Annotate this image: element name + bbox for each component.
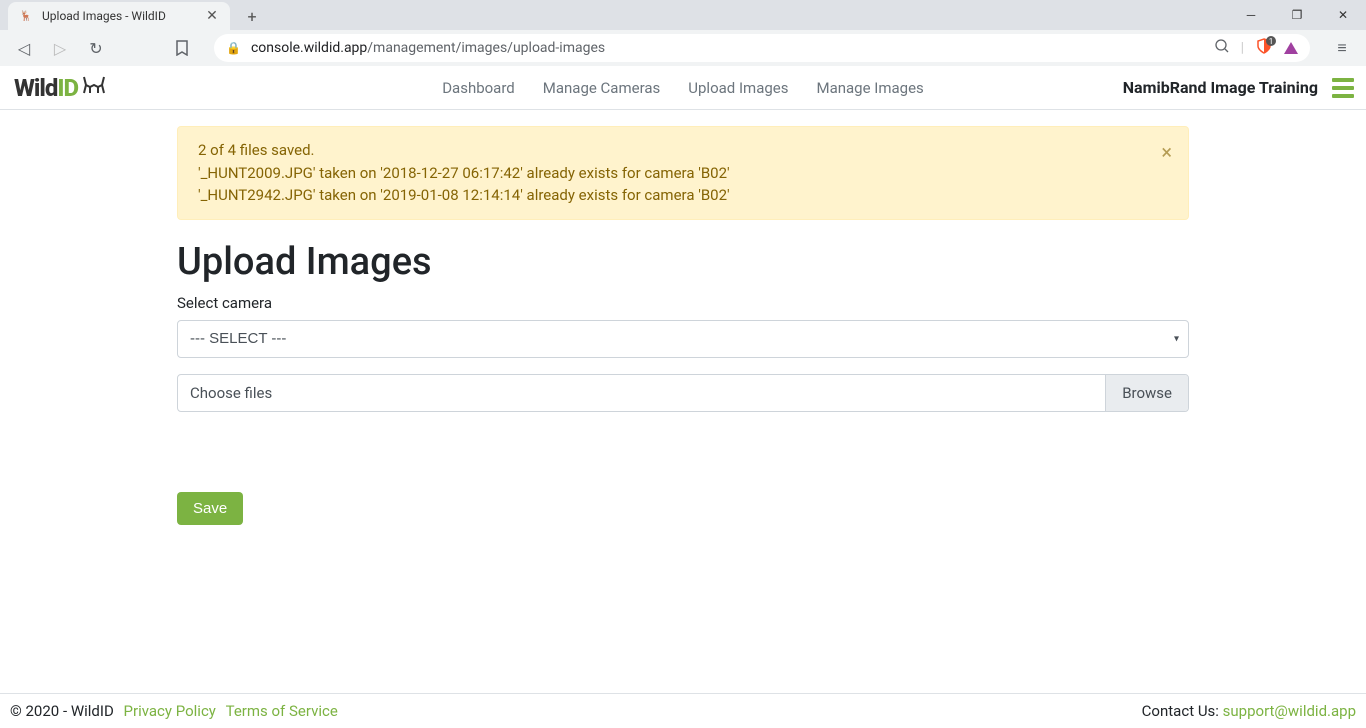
footer: © 2020 - WildID Privacy Policy Terms of … — [0, 693, 1366, 728]
privacy-link[interactable]: Privacy Policy — [124, 702, 216, 720]
alert-line-3: '_HUNT2942.JPG' taken on '2019-01-08 12:… — [198, 184, 1148, 207]
tab-close-icon[interactable]: ✕ — [204, 8, 220, 24]
address-bar[interactable]: 🔒 console.wildid.app/management/images/u… — [214, 34, 1310, 62]
copyright: © 2020 - WildID — [10, 702, 114, 720]
logo[interactable]: WildID — [14, 73, 108, 102]
contact-label: Contact Us: — [1142, 702, 1223, 720]
alert-line-2: '_HUNT2009.JPG' taken on '2018-12-27 06:… — [198, 162, 1148, 185]
header-right: NamibRand Image Training — [1123, 78, 1354, 98]
logo-deer-icon — [80, 73, 108, 102]
nav-manage-cameras[interactable]: Manage Cameras — [543, 79, 661, 97]
address-bar-icons: | 1 — [1215, 38, 1298, 58]
browser-tab[interactable]: 🦌 Upload Images - WildID ✕ — [8, 2, 230, 30]
browser-toolbar: ◁ ▷ ↻ 🔒 console.wildid.app/management/im… — [0, 30, 1366, 66]
shield-badge: 1 — [1266, 36, 1276, 46]
divider: | — [1241, 40, 1244, 56]
tab-bar: 🦌 Upload Images - WildID ✕ + ─ ❐ ✕ — [0, 0, 1366, 30]
alert-warning: 2 of 4 files saved. '_HUNT2009.JPG' take… — [177, 126, 1189, 220]
window-controls: ─ ❐ ✕ — [1228, 0, 1366, 30]
nav-dashboard[interactable]: Dashboard — [442, 79, 515, 97]
select-camera-label: Select camera — [177, 294, 1189, 312]
alert-line-1: 2 of 4 files saved. — [198, 139, 1148, 162]
forward-button[interactable]: ▷ — [46, 34, 74, 62]
url-host: console.wildid.app — [251, 40, 367, 56]
lock-icon: 🔒 — [226, 41, 241, 55]
camera-select-wrap: --- SELECT --- ▾ — [177, 320, 1189, 358]
camera-select[interactable]: --- SELECT --- — [177, 320, 1189, 358]
contact-email-link[interactable]: support@wildid.app — [1223, 702, 1356, 720]
tab-title: Upload Images - WildID — [42, 9, 204, 23]
browser-menu-button[interactable]: ≡ — [1328, 34, 1356, 62]
browse-button[interactable]: Browse — [1105, 375, 1188, 411]
logo-text-wild: Wild — [14, 74, 57, 102]
close-window-button[interactable]: ✕ — [1320, 0, 1366, 30]
content: 2 of 4 files saved. '_HUNT2009.JPG' take… — [177, 110, 1189, 541]
footer-left: © 2020 - WildID Privacy Policy Terms of … — [10, 702, 338, 720]
footer-right: Contact Us: support@wildid.app — [1142, 702, 1356, 720]
page-title: Upload Images — [177, 240, 1189, 284]
nav-manage-images[interactable]: Manage Images — [816, 79, 923, 97]
alert-close-icon[interactable]: × — [1161, 137, 1172, 167]
org-name: NamibRand Image Training — [1123, 78, 1318, 97]
zoom-icon[interactable] — [1215, 39, 1229, 57]
file-input[interactable]: Choose files Browse — [177, 374, 1189, 412]
maximize-button[interactable]: ❐ — [1274, 0, 1320, 30]
favicon-icon: 🦌 — [18, 8, 34, 24]
shield-icon[interactable]: 1 — [1256, 38, 1272, 58]
minimize-button[interactable]: ─ — [1228, 0, 1274, 30]
hamburger-menu-button[interactable] — [1332, 78, 1354, 98]
url-path: /management/images/upload-images — [367, 40, 605, 56]
app-header: WildID Dashboard Manage Cameras Upload I… — [0, 66, 1366, 110]
browser-chrome: 🦌 Upload Images - WildID ✕ + ─ ❐ ✕ ◁ ▷ ↻… — [0, 0, 1366, 66]
logo-text-id: ID — [57, 74, 78, 102]
reload-button[interactable]: ↻ — [82, 34, 110, 62]
main-nav: Dashboard Manage Cameras Upload Images M… — [442, 79, 924, 97]
save-button[interactable]: Save — [177, 492, 243, 525]
triangle-icon[interactable] — [1284, 42, 1298, 54]
back-button[interactable]: ◁ — [10, 34, 38, 62]
file-input-text: Choose files — [178, 375, 1105, 411]
terms-link[interactable]: Terms of Service — [226, 702, 338, 720]
new-tab-button[interactable]: + — [238, 2, 266, 30]
bookmark-button[interactable] — [168, 34, 196, 62]
nav-upload-images[interactable]: Upload Images — [688, 79, 788, 97]
